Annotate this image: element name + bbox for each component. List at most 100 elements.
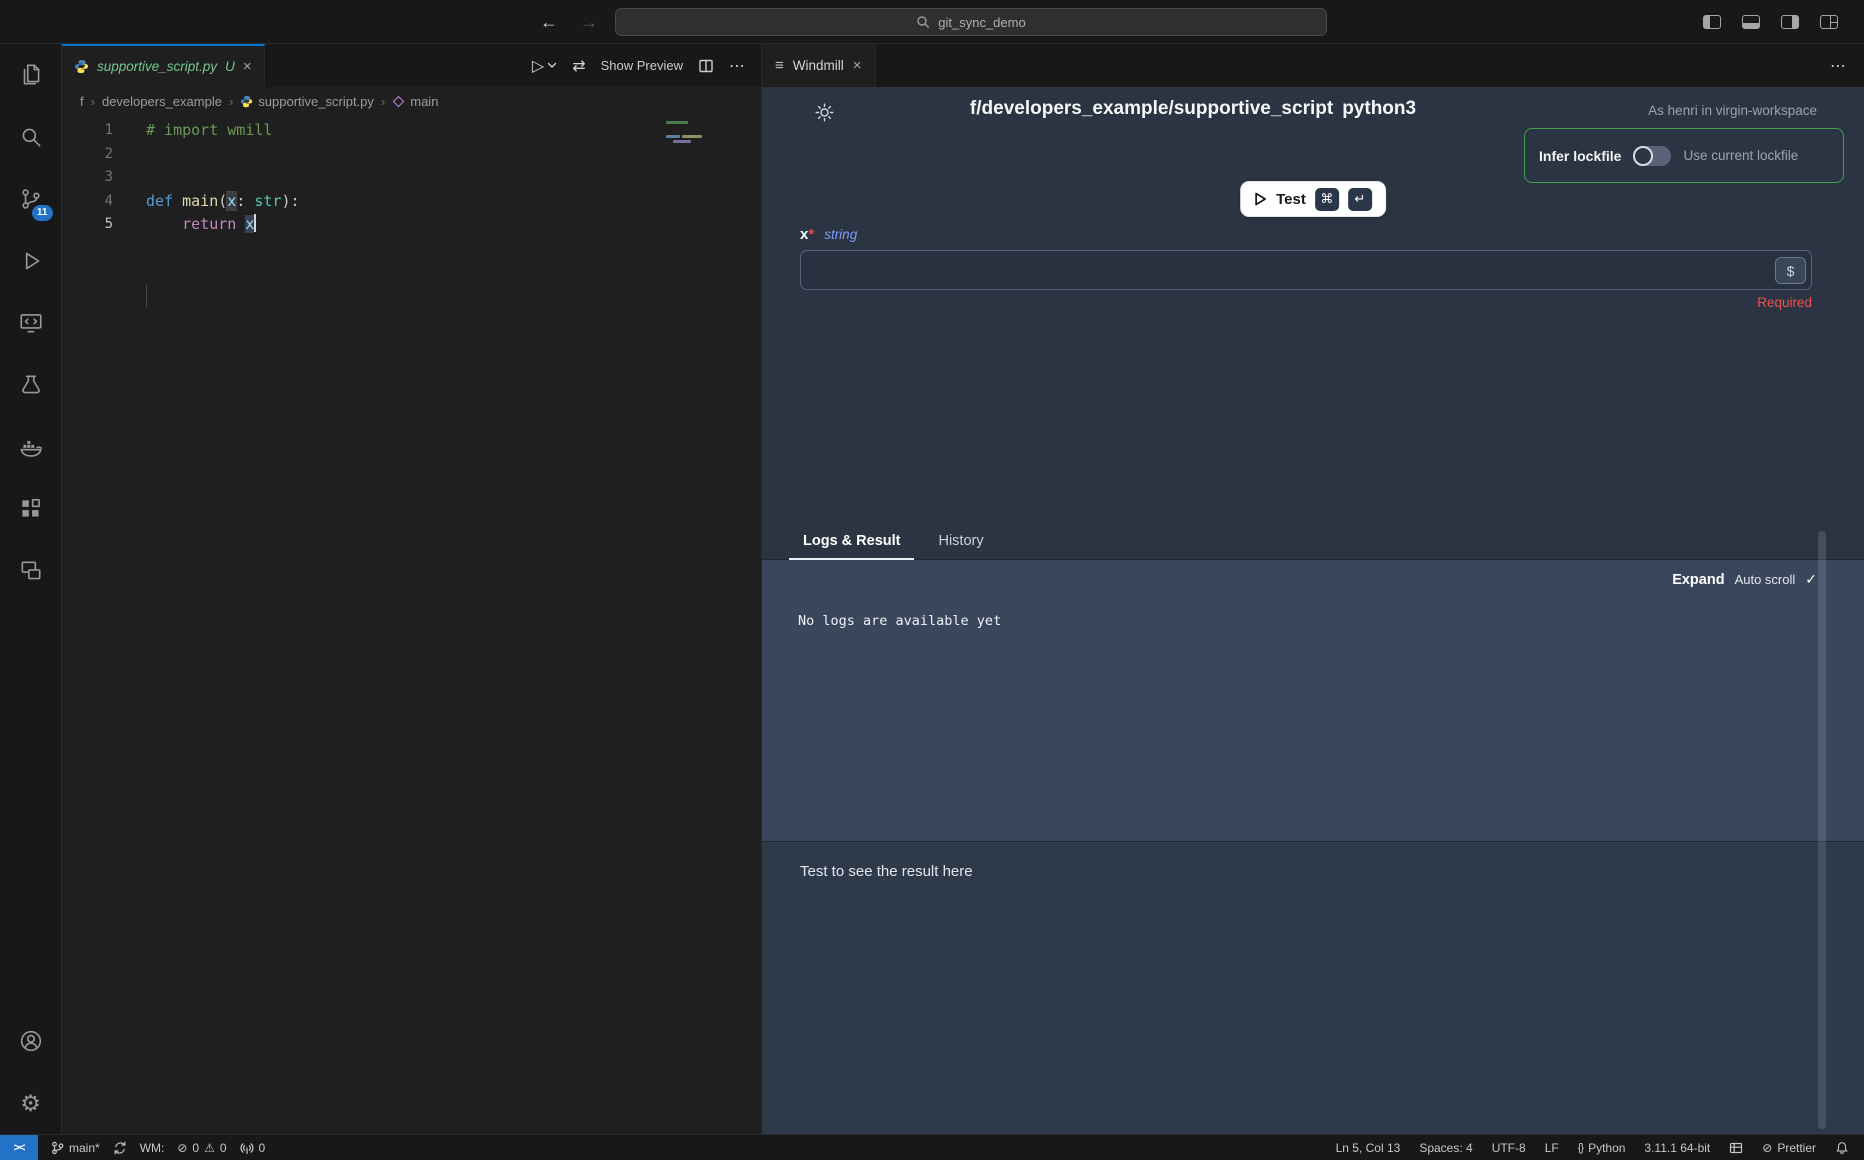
tab-windmill[interactable]: ≡ Windmill × (762, 44, 876, 87)
line-number: 5 (62, 213, 113, 237)
activity-explorer[interactable] (0, 44, 62, 106)
result-panel: Test to see the result here (762, 841, 1864, 1134)
toggle-panel-icon[interactable] (1742, 15, 1760, 29)
status-indentation[interactable]: Spaces: 4 (1419, 1141, 1472, 1155)
breadcrumb-root[interactable]: f (80, 94, 84, 109)
logs-controls: Expand Auto scroll ✓ (1672, 571, 1817, 588)
bell-icon (1835, 1141, 1849, 1155)
auto-scroll-toggle[interactable]: Auto scroll (1735, 572, 1796, 587)
more-actions-icon[interactable]: ⋯ (729, 56, 745, 76)
toggle-knob (1633, 146, 1653, 166)
breadcrumb-folder[interactable]: developers_example (102, 94, 222, 109)
line-number: 1 (62, 119, 113, 143)
status-extension-indicator[interactable] (1729, 1141, 1743, 1155)
breadcrumb-symbol-main[interactable]: main (392, 94, 438, 109)
status-sync[interactable] (113, 1141, 127, 1155)
tab-history[interactable]: History (924, 523, 997, 559)
open-changes-icon[interactable]: ⇄ (572, 56, 585, 76)
warning-icon: ⚠ (204, 1141, 215, 1155)
sun-icon (814, 102, 835, 123)
activity-source-control[interactable]: 11 (0, 168, 62, 230)
minimap-mark (666, 135, 680, 138)
tab-logs-result[interactable]: Logs & Result (789, 523, 914, 559)
status-windmill[interactable]: WM: (140, 1141, 165, 1155)
activity-account[interactable] (0, 1010, 62, 1072)
activity-search[interactable] (0, 106, 62, 168)
close-tab-icon[interactable]: × (853, 57, 862, 74)
status-ports[interactable]: 0 (240, 1141, 266, 1155)
lockfile-options-box: Infer lockfile Use current lockfile (1524, 128, 1844, 183)
split-editor-icon[interactable] (698, 58, 714, 74)
argument-label-row: x* string (800, 226, 857, 243)
activity-bar: 11 ⚙ (0, 44, 62, 1134)
code-line-current: 5 return x (62, 213, 761, 237)
activity-docker[interactable] (0, 416, 62, 478)
minimap[interactable] (660, 119, 761, 359)
more-actions-icon[interactable]: ⋯ (1830, 44, 1864, 87)
command-center-search[interactable]: git_sync_demo (615, 8, 1327, 36)
activity-testing[interactable] (0, 354, 62, 416)
status-prettier[interactable]: ⊘ Prettier (1762, 1141, 1816, 1155)
editor-group-left: supportive_script.py U × ▷ ⇄ Show Previe… (62, 44, 761, 1134)
search-icon (18, 124, 44, 150)
infer-lockfile-label: Infer lockfile (1539, 148, 1621, 164)
status-cursor-position[interactable]: Ln 5, Col 13 (1336, 1141, 1401, 1155)
tab-supportive-script[interactable]: supportive_script.py U × (62, 44, 265, 87)
minimap-mark (666, 121, 688, 124)
status-python-interpreter[interactable]: 3.11.1 64-bit (1644, 1141, 1710, 1155)
toggle-secondary-sidebar-icon[interactable] (1781, 15, 1799, 29)
webview-scrollbar[interactable] (1818, 531, 1826, 1129)
webview-icon: ≡ (775, 57, 784, 74)
play-icon (1254, 192, 1267, 206)
text-cursor (254, 214, 256, 232)
variable-picker-button[interactable]: $ (1775, 257, 1806, 284)
show-preview-button[interactable]: Show Preview (601, 58, 683, 73)
titlebar: ← → git_sync_demo (0, 0, 1864, 44)
argument-type: string (824, 227, 857, 242)
enter-key-icon: ↵ (1348, 188, 1372, 211)
code-line: 2 (62, 143, 761, 167)
notifications-bell[interactable] (1835, 1141, 1849, 1155)
activity-settings[interactable]: ⚙ (0, 1072, 62, 1134)
test-button[interactable]: Test ⌘ ↵ (1240, 181, 1386, 217)
run-icon: ▷ (532, 56, 544, 76)
breadcrumb-file[interactable]: supportive_script.py (240, 94, 374, 109)
theme-toggle-button[interactable] (814, 102, 835, 126)
toggle-primary-sidebar-icon[interactable] (1703, 15, 1721, 29)
logs-panel: Expand Auto scroll ✓ No logs are availab… (762, 560, 1864, 841)
status-problems[interactable]: ⊘0 ⚠0 (177, 1141, 226, 1155)
argument-x-input[interactable] (801, 251, 1811, 289)
code-editor[interactable]: 1 # import wmill 2 3 4 def main(x: str):… (62, 119, 761, 237)
expand-logs-button[interactable]: Expand (1672, 572, 1724, 588)
line-number: 3 (62, 166, 113, 190)
extensions-icon (18, 496, 44, 522)
use-current-lockfile-label: Use current lockfile (1683, 148, 1798, 163)
history-forward-icon[interactable]: → (580, 12, 598, 33)
activity-run-debug[interactable] (0, 230, 62, 292)
activity-live-preview[interactable] (0, 540, 62, 602)
status-language-mode[interactable]: {} Python (1578, 1141, 1626, 1155)
error-icon: ⊘ (177, 1141, 187, 1155)
tab-windmill-label: Windmill (793, 58, 844, 73)
status-branch[interactable]: main* (51, 1141, 100, 1155)
run-python-file-button[interactable]: ▷ (532, 56, 557, 76)
infer-lockfile-toggle[interactable] (1633, 146, 1671, 166)
editor-tab-bar: supportive_script.py U × ▷ ⇄ Show Previe… (62, 44, 761, 87)
run-debug-icon (18, 248, 44, 274)
activity-remote-explorer[interactable] (0, 292, 62, 354)
python-icon (74, 59, 89, 74)
cmd-key-icon: ⌘ (1315, 188, 1339, 211)
status-eol[interactable]: LF (1545, 1141, 1559, 1155)
braces-icon: {} (1578, 1142, 1583, 1154)
test-button-label: Test (1276, 191, 1306, 208)
close-tab-icon[interactable]: × (243, 58, 252, 75)
remote-indicator[interactable]: >< (0, 1135, 38, 1160)
status-encoding[interactable]: UTF-8 (1492, 1141, 1526, 1155)
history-back-icon[interactable]: ← (540, 12, 558, 33)
breadcrumb-separator: › (91, 94, 95, 109)
activity-extensions[interactable] (0, 478, 62, 540)
customize-layout-icon[interactable] (1820, 15, 1838, 29)
line-number: 4 (62, 190, 113, 214)
python-icon (240, 95, 253, 108)
script-language: python3 (1342, 98, 1416, 119)
